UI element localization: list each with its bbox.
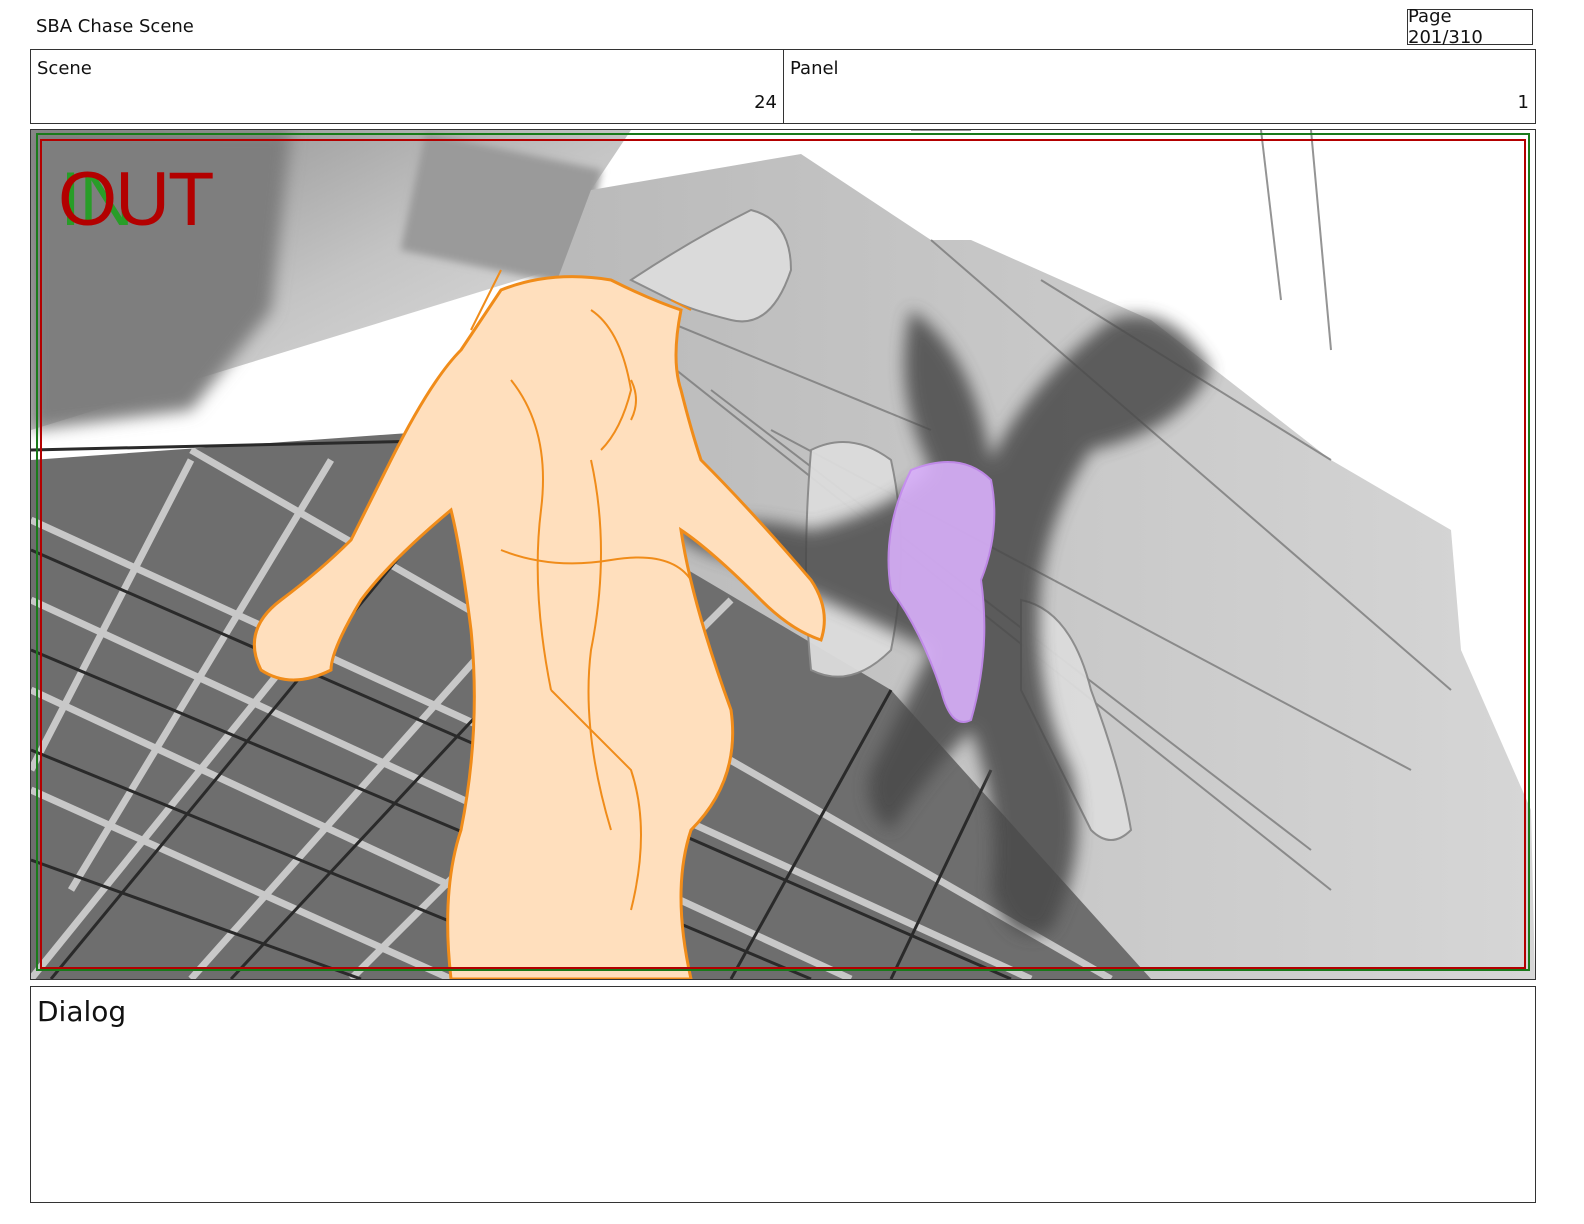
out-marker-text: OUT [58,157,214,242]
scene-cell: Scene 24 [31,50,784,123]
panel-number: 1 [1517,92,1529,113]
scene-label: Scene [37,58,92,79]
dialog-box[interactable]: Dialog [30,986,1536,1203]
storyboard-panel-image [30,129,1536,980]
storyboard-sketch [31,130,1535,979]
panel-cell: Panel 1 [784,50,1535,123]
dialog-label: Dialog [37,995,127,1028]
panel-label: Panel [790,58,839,79]
document-title: SBA Chase Scene [36,16,194,37]
page-indicator: Page 201/310 [1407,6,1533,48]
scene-number: 24 [754,92,777,113]
info-row: Scene 24 Panel 1 [30,49,1536,124]
in-out-marker: IN OUT [58,162,214,238]
